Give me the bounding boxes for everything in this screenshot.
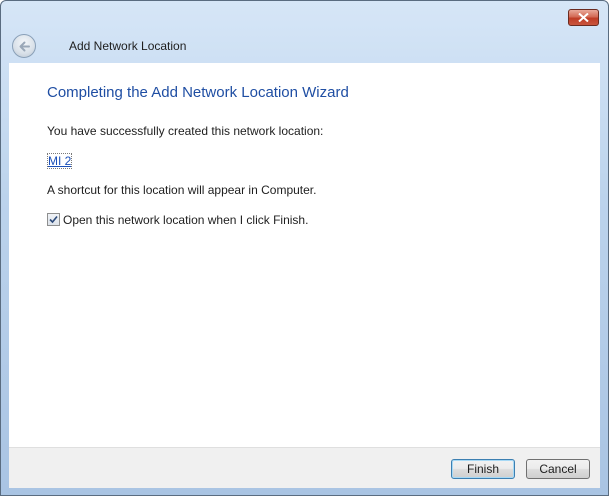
- checkmark-icon: [49, 215, 58, 224]
- wizard-window: Add Network Location Completing the Add …: [0, 0, 609, 496]
- open-location-checkbox-label[interactable]: Open this network location when I click …: [63, 213, 308, 227]
- finish-button[interactable]: Finish: [451, 459, 515, 479]
- network-location-link[interactable]: MI 2: [46, 153, 73, 169]
- close-icon: [578, 13, 589, 22]
- back-button[interactable]: [12, 34, 36, 58]
- page-title: Completing the Add Network Location Wiza…: [47, 84, 349, 101]
- success-message: You have successfully created this netwo…: [47, 124, 324, 138]
- shortcut-message: A shortcut for this location will appear…: [47, 183, 317, 197]
- back-arrow-icon: [19, 41, 30, 52]
- wizard-content: Completing the Add Network Location Wiza…: [9, 63, 600, 447]
- wizard-header: Add Network Location: [9, 29, 600, 63]
- close-button[interactable]: [568, 9, 599, 26]
- open-location-checkbox[interactable]: [47, 213, 60, 226]
- wizard-footer: Finish Cancel: [9, 447, 600, 488]
- cancel-button[interactable]: Cancel: [526, 459, 590, 479]
- window-title: Add Network Location: [69, 39, 187, 53]
